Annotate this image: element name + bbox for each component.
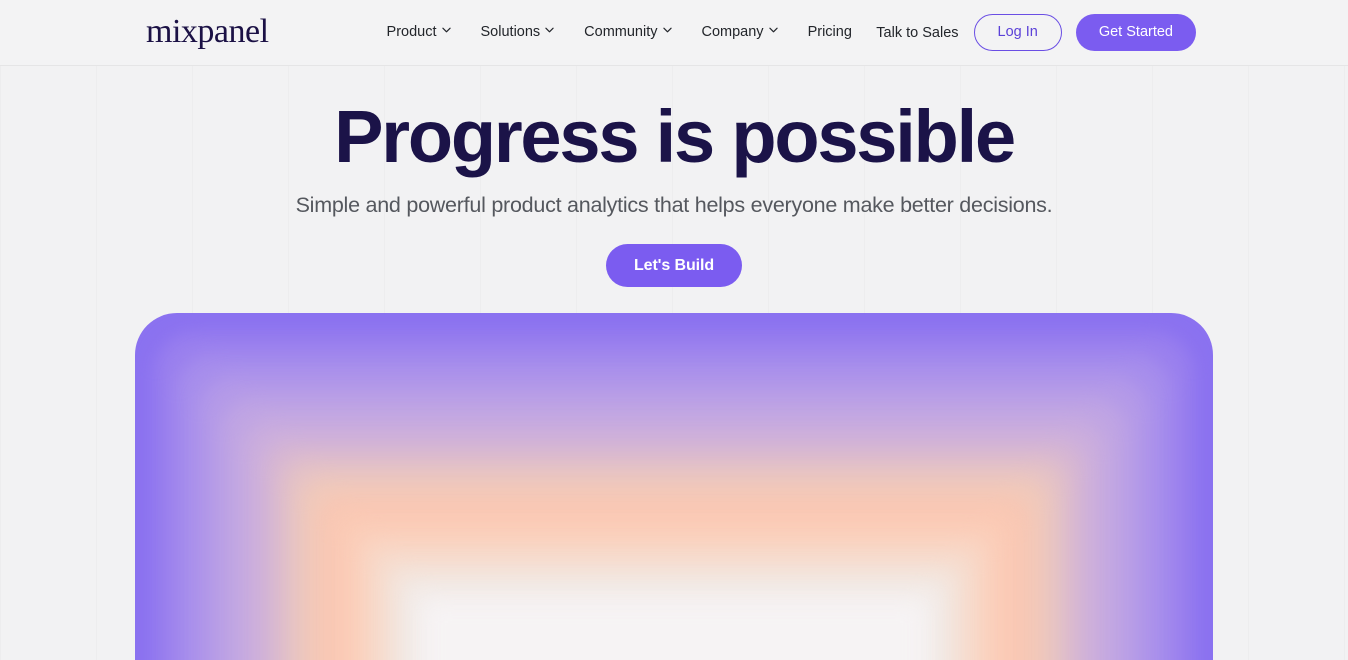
gradient-band-group [135,313,1213,660]
nav-item-community[interactable]: Community [584,24,672,41]
nav-label-product: Product [386,24,437,41]
chevron-down-icon [545,27,554,36]
site-header: mixpanel Product Solutions Community Com… [0,0,1348,66]
nav-label-community: Community [584,24,658,41]
nav-item-company[interactable]: Company [702,25,778,40]
nav-item-product[interactable]: Product [387,25,451,40]
nav-item-pricing[interactable]: Pricing [808,25,852,40]
hero-section: Progress is possible Simple and powerful… [0,66,1348,288]
hero-subtitle: Simple and powerful product analytics th… [295,193,1053,218]
chevron-down-icon [662,27,672,36]
chevron-down-icon [441,27,451,36]
talk-to-sales-link[interactable]: Talk to Sales [876,25,958,41]
header-actions: Talk to Sales Log In Get Started [876,14,1196,51]
chevron-down-icon [768,27,778,36]
nav-item-solutions[interactable]: Solutions [481,25,555,40]
hero-cta-row: Let's Build [0,244,1348,288]
gradient-band [427,605,921,660]
primary-navigation: Product Solutions Community Company Pric… [387,25,852,40]
nav-label-company: Company [701,24,764,41]
nav-label-solutions: Solutions [480,24,541,41]
hero-gradient-graphic [135,313,1213,660]
log-in-button[interactable]: Log In [973,14,1062,51]
mixpanel-logo[interactable]: mixpanel [146,14,269,49]
lets-build-button[interactable]: Let's Build [605,244,743,288]
nav-label-pricing: Pricing [807,24,852,41]
page-title: Progress is possible [334,95,1016,178]
get-started-button[interactable]: Get Started [1075,14,1196,51]
